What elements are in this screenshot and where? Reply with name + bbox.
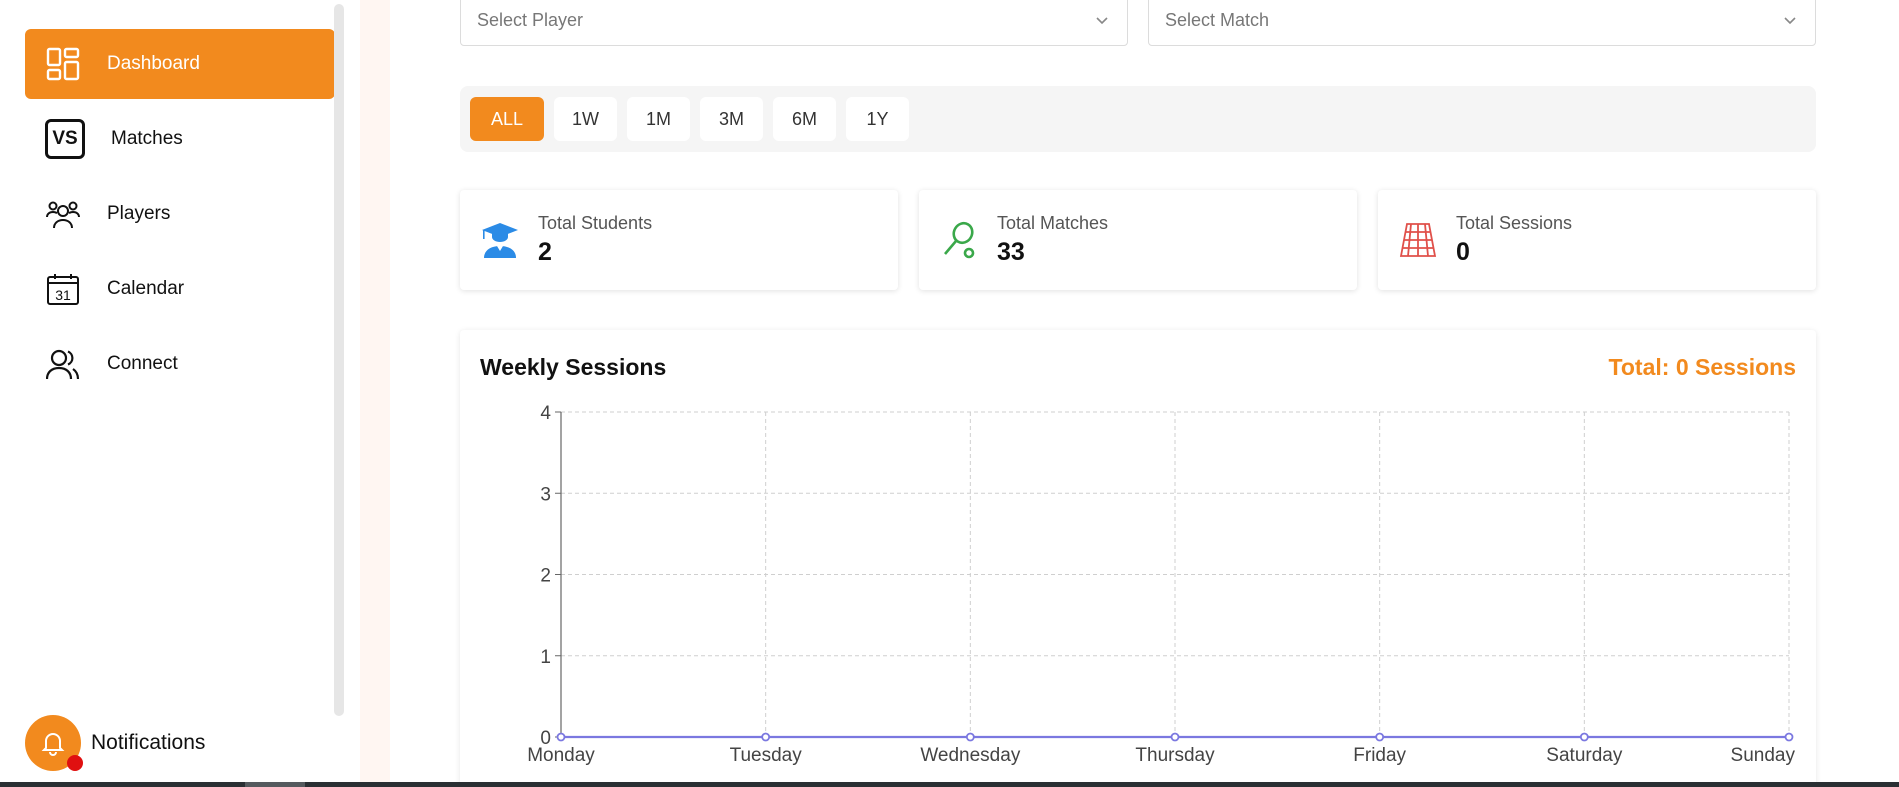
stat-label: Total Students [538, 213, 653, 233]
sidebar-item-label: Calendar [107, 278, 185, 299]
notifications-label: Notifications [91, 731, 206, 754]
dashboard-icon [45, 46, 81, 82]
x-tick-label: Sunday [1731, 745, 1796, 766]
graduate-icon [480, 220, 520, 260]
stat-value: 0 [1456, 238, 1470, 266]
content-gutter [360, 0, 390, 782]
range-filter-bar: ALL 1W 1M 3M 6M 1Y [460, 86, 1816, 152]
x-tick-label: Tuesday [730, 745, 803, 766]
sidebar-item-calendar[interactable]: 31 Calendar [25, 254, 335, 324]
stat-value: 33 [997, 238, 1025, 266]
data-point [1375, 732, 1385, 742]
svg-text:31: 31 [55, 287, 71, 303]
sidebar-item-label: Dashboard [107, 53, 200, 74]
stat-card-matches: Total Matches 33 [919, 190, 1357, 290]
x-tick-label: Wednesday [920, 745, 1020, 766]
calendar-icon: 31 [45, 271, 81, 307]
data-point [1579, 732, 1589, 742]
chevron-down-icon [1095, 10, 1109, 31]
range-1y-button[interactable]: 1Y [846, 97, 909, 141]
range-all-button[interactable]: ALL [470, 97, 544, 141]
sidebar-item-matches[interactable]: VS Matches [25, 104, 335, 174]
stat-label: Total Matches [997, 213, 1109, 233]
range-6m-button[interactable]: 6M [773, 97, 836, 141]
sidebar-item-connect[interactable]: Connect [25, 329, 335, 399]
notification-badge [67, 755, 83, 771]
notifications-button[interactable]: Notifications [25, 715, 205, 771]
sidebar-item-label: Matches [111, 128, 183, 149]
taskbar [0, 782, 1899, 787]
chevron-down-icon [1783, 10, 1797, 31]
sidebar-item-label: Connect [107, 353, 178, 374]
select-player-dropdown[interactable]: Select Player [460, 0, 1128, 46]
players-icon [45, 196, 81, 232]
range-1w-button[interactable]: 1W [554, 97, 617, 141]
x-tick-label: Thursday [1135, 745, 1215, 766]
range-1m-button[interactable]: 1M [627, 97, 690, 141]
data-point [761, 732, 771, 742]
bell-icon [25, 715, 83, 771]
stat-label: Total Sessions [1456, 213, 1573, 233]
x-tick-label: Saturday [1546, 745, 1623, 766]
y-tick-label: 4 [540, 403, 551, 424]
select-match-dropdown[interactable]: Select Match [1148, 0, 1816, 46]
data-point [1170, 732, 1180, 742]
x-tick-label: Monday [527, 745, 595, 766]
data-point [965, 732, 975, 742]
y-tick-label: 2 [540, 566, 551, 587]
data-point [1784, 732, 1794, 742]
sidebar-item-players[interactable]: Players [25, 179, 335, 249]
sidebar-item-dashboard[interactable]: Dashboard [25, 29, 335, 99]
select-match-placeholder: Select Match [1165, 9, 1270, 30]
y-tick-label: 3 [540, 484, 551, 505]
tennis-racket-icon [939, 220, 979, 260]
stat-card-students: Total Students 2 [460, 190, 898, 290]
sidebar-scrollbar[interactable] [334, 4, 344, 716]
vs-icon: VS [45, 119, 85, 159]
y-tick-label: 1 [540, 647, 551, 668]
stat-card-sessions: Total Sessions 0 [1378, 190, 1816, 290]
sidebar: Dashboard VS Matches Players 31 Calendar… [0, 0, 360, 782]
weekly-sessions-chart: 01234Monday Tuesday Wednesday Thursday Frida… [527, 403, 1796, 766]
select-player-placeholder: Select Player [477, 9, 584, 30]
tennis-court-icon [1398, 220, 1438, 260]
weekly-sessions-card: Weekly Sessions Total: 0 Sessions 01234M… [460, 330, 1816, 787]
stat-value: 2 [538, 238, 552, 266]
data-point [556, 732, 566, 742]
range-3m-button[interactable]: 3M [700, 97, 763, 141]
connect-icon [45, 346, 81, 382]
x-tick-label: Friday [1353, 745, 1406, 766]
sidebar-item-label: Players [107, 203, 171, 224]
